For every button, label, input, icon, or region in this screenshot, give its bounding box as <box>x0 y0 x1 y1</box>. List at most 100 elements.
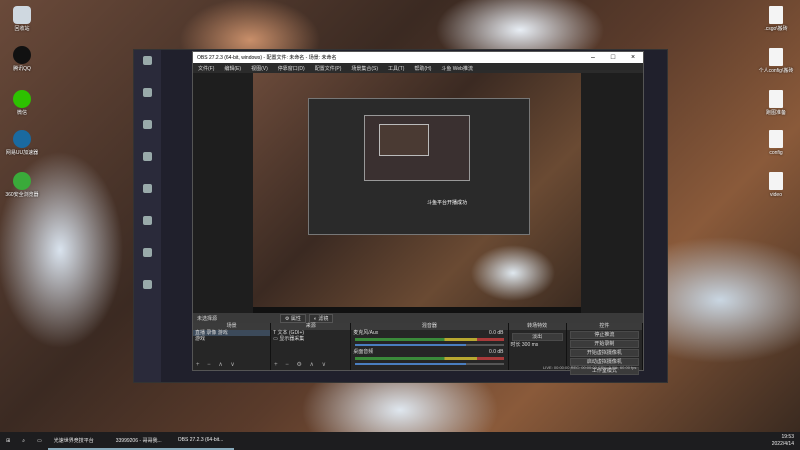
maximize-button[interactable]: □ <box>603 54 623 61</box>
menu-item[interactable]: 场景集合(S) <box>346 65 383 72</box>
launcher-sidebar <box>134 50 161 382</box>
filters-button[interactable]: ◐ 滤镜 <box>308 313 334 323</box>
taskbar: ⊞ ⌕ ▭ 光速世界竞技平台 33999206 - 哥哥我... OBS 27.… <box>0 432 800 450</box>
mixer-dock: 混音器 麦克风/Aux 0.0 dB 桌面音频 0.0 dB <box>351 323 509 370</box>
dock-header: 场景 <box>193 323 271 330</box>
volume-meter <box>355 338 504 341</box>
stop-streaming-button[interactable]: 停止推流 <box>569 331 640 339</box>
sidebar-item[interactable] <box>134 56 161 82</box>
virtual-camera-button[interactable]: 开始虚拟摄像机 <box>569 349 640 357</box>
volume-meter <box>355 357 504 360</box>
status-bar: LIVE: 00:00:00 REC: 00:00:00 CPU: 0.9%, … <box>543 365 637 370</box>
file-icon <box>769 48 783 66</box>
scene-item[interactable]: 游戏 <box>193 336 270 342</box>
taskbar-app[interactable]: OBS 27.2.3 (64-bit... <box>171 432 234 450</box>
chart-icon <box>143 184 152 193</box>
store-icon <box>143 248 152 257</box>
desktop-icon-360[interactable]: 360安全浏览器 <box>0 172 44 198</box>
mixer-track-name: 桌面音频 0.0 dB <box>353 349 504 355</box>
preview-text: 斗鱼平台开播成功 <box>427 200 468 206</box>
nested-obs-capture <box>379 124 429 156</box>
controls-dock: 控件 停止推流 开始录制 开始虚拟摄像机 启动虚拟摄像机 工作室模式 <box>566 323 644 375</box>
menu-item[interactable]: 视图(V) <box>246 65 273 72</box>
dock-header: 来源 <box>271 323 351 330</box>
minimize-button[interactable]: – <box>583 54 603 61</box>
menu-item[interactable]: 配置文件(P) <box>310 65 347 72</box>
source-item[interactable]: ▭ 显示器采集 <box>271 336 350 342</box>
qq-icon <box>13 46 31 64</box>
obs-titlebar: OBS 27.2.3 (64-bit, windows) - 配置文件: 未命名… <box>193 52 643 63</box>
transition-select[interactable]: 淡出 <box>511 333 563 341</box>
dock-header: 转场特效 <box>508 323 566 330</box>
browser-360-icon <box>13 172 31 190</box>
start-button[interactable]: ⊞ <box>0 432 16 450</box>
file-icon <box>769 130 783 148</box>
file-icon <box>769 90 783 108</box>
file-icon <box>769 172 783 190</box>
home-icon <box>143 88 152 97</box>
shield-icon <box>143 152 152 161</box>
start-recording-button[interactable]: 开始录制 <box>569 340 640 348</box>
desktop: 回收站 腾讯QQ 微信 网易UU加速器 360安全浏览器 .csgo\搬砖 个人… <box>0 0 800 432</box>
taskbar-app[interactable]: 33999206 - 哥哥我... <box>109 432 172 450</box>
menu-item[interactable]: 工具(T) <box>383 65 409 72</box>
window-title: OBS 27.2.3 (64-bit, windows) - 配置文件: 未命名… <box>197 55 337 61</box>
obs-menubar: 文件(F) 编辑(E) 视图(V) 停靠窗口(D) 配置文件(P) 场景集合(S… <box>193 63 643 73</box>
sidebar-item[interactable] <box>134 216 161 242</box>
sidebar-item[interactable] <box>134 152 161 178</box>
desktop-icon-qq[interactable]: 腾讯QQ <box>0 46 44 72</box>
menu-item[interactable]: 停靠窗口(D) <box>273 65 310 72</box>
sidebar-item[interactable] <box>134 280 161 306</box>
properties-button[interactable]: ⚙ 属性 <box>280 313 306 323</box>
task-view-icon[interactable]: ▭ <box>31 432 48 450</box>
sidebar-item[interactable] <box>134 184 161 210</box>
taskbar-app[interactable]: 光速世界竞技平台 <box>47 432 110 450</box>
desktop-icon-file[interactable]: 跑图准备 <box>754 90 798 116</box>
scenes-dock: 场景 直播 录像 游戏 游戏 + − ∧ ∨ <box>193 323 272 370</box>
browser-icon <box>143 120 152 129</box>
desktop-icon-file[interactable]: config <box>754 130 798 156</box>
back-icon <box>143 56 152 65</box>
duration-row: 时长 300 ms <box>510 342 539 348</box>
volume-slider[interactable] <box>355 363 504 365</box>
desktop-icon-wechat[interactable]: 微信 <box>0 90 44 116</box>
desktop-icon-recycle-bin[interactable]: 回收站 <box>0 6 44 32</box>
duration-field[interactable]: 300 ms <box>522 342 538 348</box>
desktop-icon-file[interactable]: video <box>754 172 798 198</box>
obs-window: OBS 27.2.3 (64-bit, windows) - 配置文件: 未命名… <box>192 51 644 375</box>
transitions-dock: 转场特效 淡出 时长 300 ms <box>508 323 567 370</box>
sources-dock: 来源 T 文本 (GDI+) ▭ 显示器采集 + − ⚙ ∧ ∨ <box>271 323 352 370</box>
sidebar-item[interactable] <box>134 248 161 274</box>
game-icon <box>143 216 152 225</box>
desktop-icon-uu[interactable]: 网易UU加速器 <box>0 130 44 156</box>
preview-capture: 斗鱼平台开播成功 <box>253 73 581 313</box>
scene-controls[interactable]: + − ∧ ∨ <box>196 361 238 368</box>
close-button[interactable]: × <box>623 54 643 61</box>
wechat-icon <box>13 90 31 108</box>
source-controls[interactable]: + − ⚙ ∧ ∨ <box>274 361 329 368</box>
source-toolbar: 未选择源 ⚙ 属性 ◐ 滤镜 <box>193 313 643 323</box>
menu-item[interactable]: 帮助(H) <box>409 65 436 72</box>
menu-item[interactable]: 文件(F) <box>193 65 219 72</box>
desktop-icon-file[interactable]: 个人config\搬砖 <box>754 48 798 74</box>
nested-obs-capture: 斗鱼平台开播成功 <box>308 98 530 235</box>
file-icon <box>769 6 783 24</box>
search-icon[interactable]: ⌕ <box>16 432 31 450</box>
menu-item[interactable]: 斗鱼 Web推流 <box>436 65 478 72</box>
no-source-label: 未选择源 <box>197 315 218 322</box>
tools-icon <box>143 280 152 289</box>
nested-obs-capture <box>364 115 470 181</box>
uu-icon <box>13 130 31 148</box>
sidebar-item[interactable] <box>134 120 161 146</box>
obs-preview[interactable]: 斗鱼平台开播成功 <box>193 73 643 313</box>
obs-docks: 场景 直播 录像 游戏 游戏 + − ∧ ∨ 来源 T 文本 (GDI+) ▭ … <box>193 323 644 375</box>
sidebar-item[interactable] <box>134 88 161 114</box>
dock-header: 控件 <box>566 323 643 330</box>
system-clock[interactable]: 19:53 2022/4/14 <box>772 434 794 448</box>
volume-slider[interactable] <box>355 344 504 346</box>
menu-item[interactable]: 编辑(E) <box>219 65 246 72</box>
dock-header: 混音器 <box>351 323 508 330</box>
desktop-icon-file[interactable]: .csgo\搬砖 <box>754 6 798 32</box>
mixer-track-name: 麦克风/Aux 0.0 dB <box>353 330 504 336</box>
recycle-bin-icon <box>13 6 31 24</box>
